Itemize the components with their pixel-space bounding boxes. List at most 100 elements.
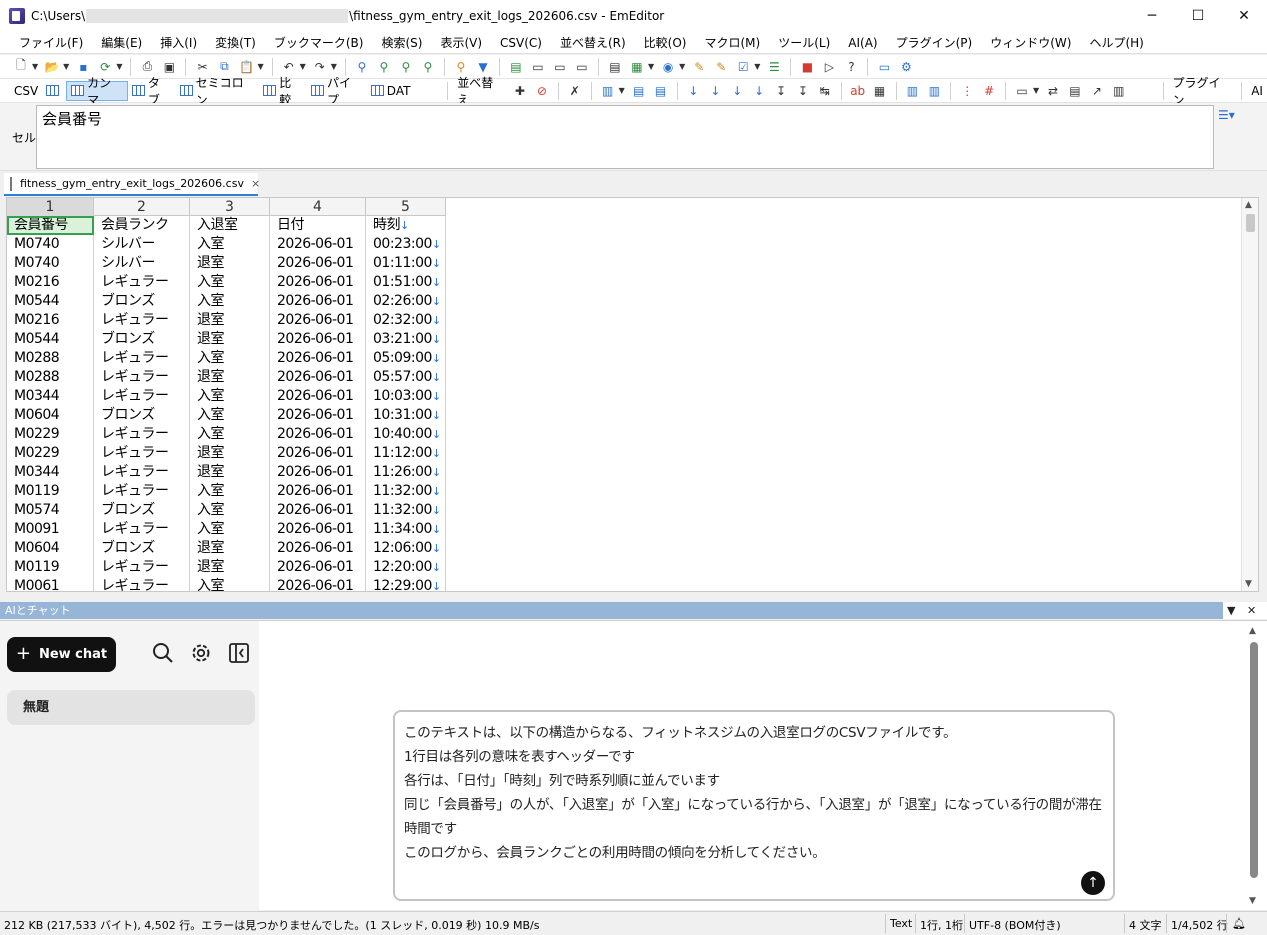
table-cell[interactable]: 退室 xyxy=(190,368,270,387)
table-cell[interactable]: M0544 xyxy=(7,292,94,311)
table-cell[interactable]: ブロンズ xyxy=(94,292,190,311)
table-cell[interactable]: 00:23:00↓ xyxy=(366,235,446,254)
table-cell[interactable]: 10:40:00↓ xyxy=(366,425,446,444)
chevron-down-icon[interactable]: ▼ xyxy=(300,62,306,71)
table-cell[interactable]: 入室 xyxy=(190,292,270,311)
table-cell[interactable]: M0740 xyxy=(7,235,94,254)
table-cell[interactable]: 10:03:00↓ xyxy=(366,387,446,406)
table-cell[interactable]: 2026-06-01 xyxy=(270,539,366,558)
compare-button[interactable]: 比較 xyxy=(259,76,307,107)
table-cell[interactable]: M0216 xyxy=(7,273,94,292)
table-cell[interactable]: 入室 xyxy=(190,235,270,254)
csv-grid[interactable]: 1 2 3 4 5 会員番号 会員ランク 入退室 日付 時刻↓ M0740 シルバー 入室 20… xyxy=(6,197,1259,592)
table-cell[interactable]: 2026-06-01 xyxy=(270,349,366,368)
table-cell[interactable]: 2026-06-01 xyxy=(270,292,366,311)
menu-csv[interactable]: CSV(C) xyxy=(491,36,551,50)
table-cell[interactable]: M0344 xyxy=(7,463,94,482)
table-cell[interactable]: ブロンズ xyxy=(94,501,190,520)
minimize-button[interactable]: ─ xyxy=(1129,0,1175,32)
table-cell[interactable]: 退室 xyxy=(190,463,270,482)
table-cell[interactable]: M0229 xyxy=(7,444,94,463)
status-encoding[interactable]: UTF-8 (BOM付き) xyxy=(969,917,1061,933)
checklist-icon[interactable]: ☑ xyxy=(734,58,752,76)
window-layout-icon[interactable]: ▭ xyxy=(875,58,893,76)
menu-convert[interactable]: 変換(T) xyxy=(206,34,265,51)
column-header-1[interactable]: 1 xyxy=(7,198,94,216)
format-icon[interactable]: ▦ xyxy=(871,82,889,100)
macro-edit-icon[interactable]: ✎ xyxy=(690,58,708,76)
table-cell[interactable]: 12:06:00↓ xyxy=(366,539,446,558)
wrap-page-icon[interactable]: ▭ xyxy=(573,58,591,76)
scrollbar-thumb[interactable] xyxy=(1246,214,1255,232)
close-tab-icon[interactable]: × xyxy=(251,177,260,190)
abc-icon[interactable]: ab xyxy=(849,82,867,100)
new-file-icon[interactable]: 🗋 xyxy=(12,58,30,76)
sort-09-icon[interactable]: ↓ xyxy=(728,82,746,100)
table-cell[interactable]: M0288 xyxy=(7,349,94,368)
table-cell[interactable]: 11:34:00↓ xyxy=(366,520,446,539)
run-macro-icon[interactable]: ▷ xyxy=(820,58,838,76)
chevron-down-icon[interactable]: ▼ xyxy=(619,86,625,95)
wrap-icon[interactable]: ▭ xyxy=(529,58,547,76)
table-cell[interactable]: M0061 xyxy=(7,577,94,591)
table-cell[interactable]: レギュラー xyxy=(94,387,190,406)
table-cell[interactable]: レギュラー xyxy=(94,463,190,482)
wrap-window-icon[interactable]: ▭ xyxy=(551,58,569,76)
sort-90-icon[interactable]: ↓ xyxy=(750,82,768,100)
table-cell[interactable]: 2026-06-01 xyxy=(270,444,366,463)
table-cell[interactable]: 2026-06-01 xyxy=(270,273,366,292)
record-macro-icon[interactable]: ■ xyxy=(798,58,816,76)
menu-plugin[interactable]: プラグイン(P) xyxy=(887,34,982,51)
plugin-toolbar-label[interactable]: プラグイン xyxy=(1169,76,1237,107)
column-tool-icon[interactable]: ▥ xyxy=(1110,82,1128,100)
search-icon[interactable] xyxy=(151,641,175,665)
conversation-item[interactable]: 無題 xyxy=(7,690,255,725)
table-cell[interactable]: 2026-06-01 xyxy=(270,235,366,254)
scrollbar-thumb[interactable] xyxy=(1250,642,1258,878)
header-cell[interactable]: 入退室 xyxy=(190,216,270,235)
dat-button[interactable]: DAT xyxy=(367,81,415,101)
panel-menu-icon[interactable]: ▼ xyxy=(1227,602,1235,619)
chevron-down-icon[interactable]: ▼ xyxy=(32,62,38,71)
column-header-5[interactable]: 5 xyxy=(366,198,446,216)
chat-scrollbar[interactable]: ▲ ▼ xyxy=(1249,626,1258,906)
gear-icon[interactable] xyxy=(189,641,213,665)
table-cell[interactable]: 退室 xyxy=(190,330,270,349)
close-window-button[interactable]: ✕ xyxy=(1221,0,1267,32)
collapse-sidebar-icon[interactable] xyxy=(227,641,251,665)
header-cell[interactable]: 会員番号 xyxy=(7,216,94,235)
csv-mode-icon[interactable]: ▤ xyxy=(507,58,525,76)
table-cell[interactable]: 2026-06-01 xyxy=(270,311,366,330)
table-cell[interactable]: レギュラー xyxy=(94,558,190,577)
table-cell[interactable]: 01:51:00↓ xyxy=(366,273,446,292)
join-icon[interactable]: ⇄ xyxy=(1044,82,1062,100)
find-previous-icon[interactable]: ⚲ xyxy=(397,58,415,76)
tab-separator-button[interactable]: タブ xyxy=(128,76,176,107)
column-header-2[interactable]: 2 xyxy=(94,198,190,216)
header-cell[interactable]: 時刻↓ xyxy=(366,216,446,235)
table-cell[interactable]: M0119 xyxy=(7,482,94,501)
find-next-icon[interactable]: ⚲ xyxy=(375,58,393,76)
no-sort-icon[interactable]: ⊘ xyxy=(533,82,551,100)
column-settings-icon[interactable]: ▤ xyxy=(652,82,670,100)
table-cell[interactable]: 2026-06-01 xyxy=(270,254,366,273)
menu-window[interactable]: ウィンドウ(W) xyxy=(981,34,1080,51)
table-cell[interactable]: 退室 xyxy=(190,254,270,273)
comma-button[interactable]: カンマ xyxy=(66,76,128,107)
cell-bar-options-icon[interactable]: ☰▾ xyxy=(1218,108,1235,122)
columns-icon[interactable]: ▥ xyxy=(599,82,617,100)
menu-help[interactable]: ヘルプ(H) xyxy=(1080,34,1152,51)
menu-ai[interactable]: AI(A) xyxy=(839,36,886,50)
replace-icon[interactable]: ⚲ xyxy=(419,58,437,76)
table-cell[interactable]: M0740 xyxy=(7,254,94,273)
table-cell[interactable]: 2026-06-01 xyxy=(270,425,366,444)
header-cell[interactable]: 日付 xyxy=(270,216,366,235)
sort-random-icon[interactable]: ↹ xyxy=(816,82,834,100)
bell-icon[interactable]: 🔔︎ xyxy=(1232,917,1246,930)
table-cell[interactable]: 11:12:00↓ xyxy=(366,444,446,463)
table-cell[interactable]: レギュラー xyxy=(94,482,190,501)
scroll-down-icon[interactable]: ▼ xyxy=(1245,579,1252,589)
table-cell[interactable]: 入室 xyxy=(190,273,270,292)
column-header-3[interactable]: 3 xyxy=(190,198,270,216)
table-cell[interactable]: 入室 xyxy=(190,520,270,539)
